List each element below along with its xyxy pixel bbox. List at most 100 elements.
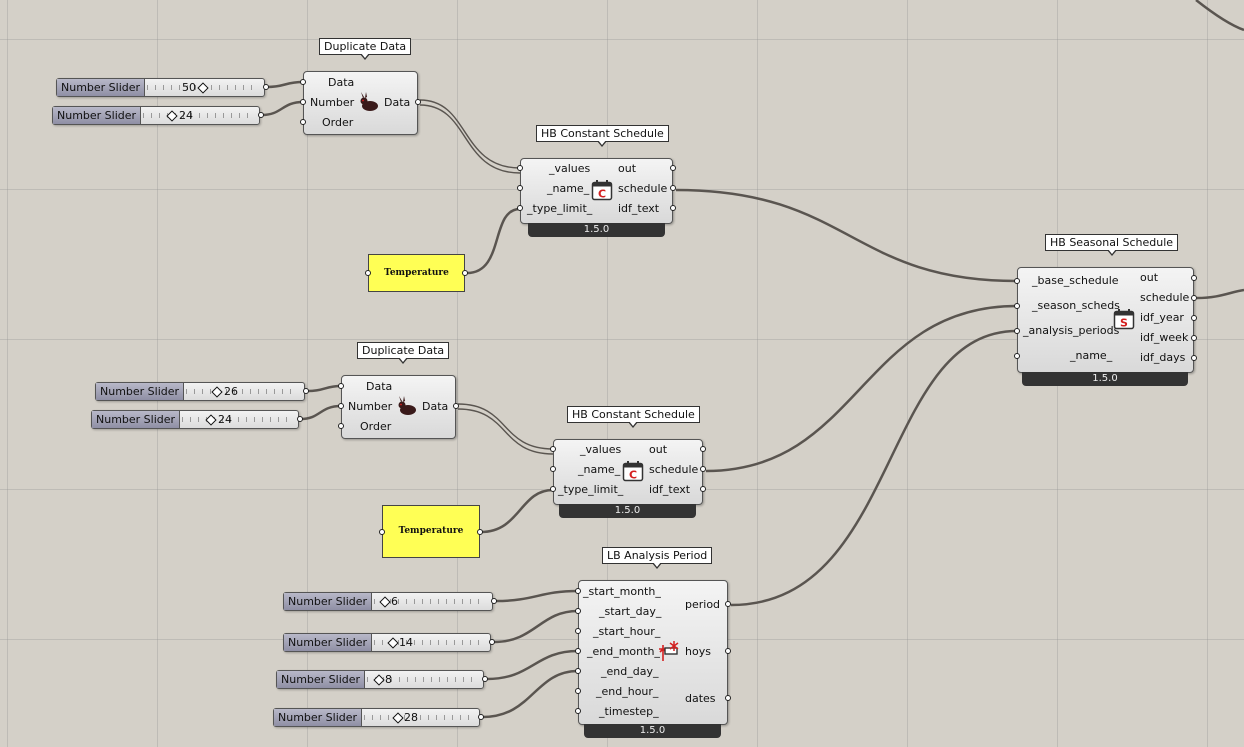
input-label: Number: [348, 400, 393, 413]
input-port[interactable]: [338, 383, 344, 389]
output-port[interactable]: [303, 388, 309, 394]
slider-track: [186, 389, 296, 394]
output-label: idf_year: [1140, 311, 1184, 324]
input-label: _name_: [578, 463, 621, 476]
input-port[interactable]: [517, 185, 523, 191]
input-port[interactable]: [575, 708, 581, 714]
output-label: Data: [422, 400, 449, 413]
input-label: _timestep_: [599, 705, 659, 718]
output-port[interactable]: [1191, 295, 1197, 301]
number-slider[interactable]: Number Slider 24: [91, 410, 299, 429]
input-label: Data: [328, 76, 355, 89]
input-port[interactable]: [575, 608, 581, 614]
input-label: _analysis_periods: [1023, 324, 1120, 337]
input-port[interactable]: [1014, 303, 1020, 309]
output-label: out: [649, 443, 668, 456]
input-port[interactable]: [550, 466, 556, 472]
input-port[interactable]: [575, 628, 581, 634]
input-port[interactable]: [550, 446, 556, 452]
lb-analysis-period-component[interactable]: _start_month_ _start_day_ _start_hour_ _…: [578, 580, 728, 725]
lb-analysis-period-title: LB Analysis Period: [602, 547, 713, 569]
input-port[interactable]: [1014, 278, 1020, 284]
number-slider[interactable]: Number Slider 24: [52, 106, 260, 125]
input-port[interactable]: [300, 79, 306, 85]
input-label: _name_: [547, 182, 590, 195]
wire: [300, 404, 342, 421]
text-panel[interactable]: Temperature: [368, 254, 465, 292]
output-port[interactable]: [489, 639, 495, 645]
input-label: Data: [366, 380, 393, 393]
input-port[interactable]: [575, 688, 581, 694]
wire: [705, 304, 1018, 473]
output-label: period: [685, 598, 721, 611]
input-port[interactable]: [1014, 353, 1020, 359]
input-port[interactable]: [517, 165, 523, 171]
input-port[interactable]: [575, 588, 581, 594]
output-label: idf_text: [618, 202, 660, 215]
output-label: idf_days: [1140, 351, 1186, 364]
output-port[interactable]: [725, 601, 731, 607]
output-port[interactable]: [477, 529, 483, 535]
slider-label: Number Slider: [274, 709, 363, 726]
output-port[interactable]: [462, 270, 468, 276]
output-port[interactable]: [263, 84, 269, 90]
output-port[interactable]: [725, 695, 731, 701]
calendar-s-icon: S: [1113, 309, 1135, 330]
wire: [486, 649, 579, 681]
output-port[interactable]: [453, 403, 459, 409]
number-slider[interactable]: Number Slider 14: [283, 633, 491, 652]
input-label: _end_hour_: [596, 685, 659, 698]
output-port[interactable]: [700, 466, 706, 472]
svg-text:C: C: [598, 188, 606, 201]
output-port[interactable]: [1191, 335, 1197, 341]
version-label: 1.5.0: [559, 504, 696, 518]
slider-track: [143, 113, 253, 118]
number-slider[interactable]: Number Slider 6: [283, 592, 493, 611]
output-port[interactable]: [1191, 355, 1197, 361]
slider-label: Number Slider: [53, 107, 142, 124]
duplicate-data-title: Duplicate Data: [319, 38, 412, 60]
duplicate-data-component[interactable]: Data Number Order Data: [303, 71, 418, 135]
output-port[interactable]: [297, 416, 303, 422]
input-port[interactable]: [300, 99, 306, 105]
output-port[interactable]: [258, 112, 264, 118]
output-port[interactable]: [482, 676, 488, 682]
input-port[interactable]: [1014, 328, 1020, 334]
input-port[interactable]: [575, 668, 581, 674]
input-port[interactable]: [517, 205, 523, 211]
number-slider[interactable]: Number Slider 50: [56, 78, 265, 97]
wire: [466, 207, 521, 275]
hb-constant-schedule-component[interactable]: _values _name_ _type_limit_ out schedule…: [553, 439, 703, 505]
input-port[interactable]: [379, 529, 385, 535]
output-port[interactable]: [670, 185, 676, 191]
input-port[interactable]: [338, 423, 344, 429]
input-port[interactable]: [365, 270, 371, 276]
input-port[interactable]: [338, 403, 344, 409]
output-port[interactable]: [670, 205, 676, 211]
output-port[interactable]: [478, 714, 484, 720]
number-slider[interactable]: Number Slider 28: [273, 708, 480, 727]
duplicate-data-component[interactable]: Data Number Order Data: [341, 375, 456, 439]
output-port[interactable]: [1191, 315, 1197, 321]
input-port[interactable]: [550, 486, 556, 492]
slider-value: 24: [179, 109, 193, 122]
output-port[interactable]: [1191, 275, 1197, 281]
output-port[interactable]: [700, 446, 706, 452]
svg-text:S: S: [1120, 317, 1128, 330]
output-port[interactable]: [415, 99, 421, 105]
output-port[interactable]: [491, 598, 497, 604]
text-panel[interactable]: Temperature: [382, 505, 480, 558]
hb-seasonal-schedule-component[interactable]: _base_schedule _season_scheds _analysis_…: [1017, 267, 1194, 373]
output-port[interactable]: [725, 648, 731, 654]
number-slider[interactable]: Number Slider 26: [95, 382, 305, 401]
input-port[interactable]: [300, 119, 306, 125]
input-port[interactable]: [575, 648, 581, 654]
output-port[interactable]: [700, 486, 706, 492]
number-slider[interactable]: Number Slider 8: [276, 670, 484, 689]
wire-multi: [419, 99, 521, 169]
wire: [1196, 288, 1244, 300]
input-label: _base_schedule: [1032, 274, 1119, 287]
wire: [495, 589, 579, 603]
output-port[interactable]: [670, 165, 676, 171]
hb-constant-schedule-component[interactable]: _values _name_ _type_limit_ out schedule…: [520, 158, 673, 224]
